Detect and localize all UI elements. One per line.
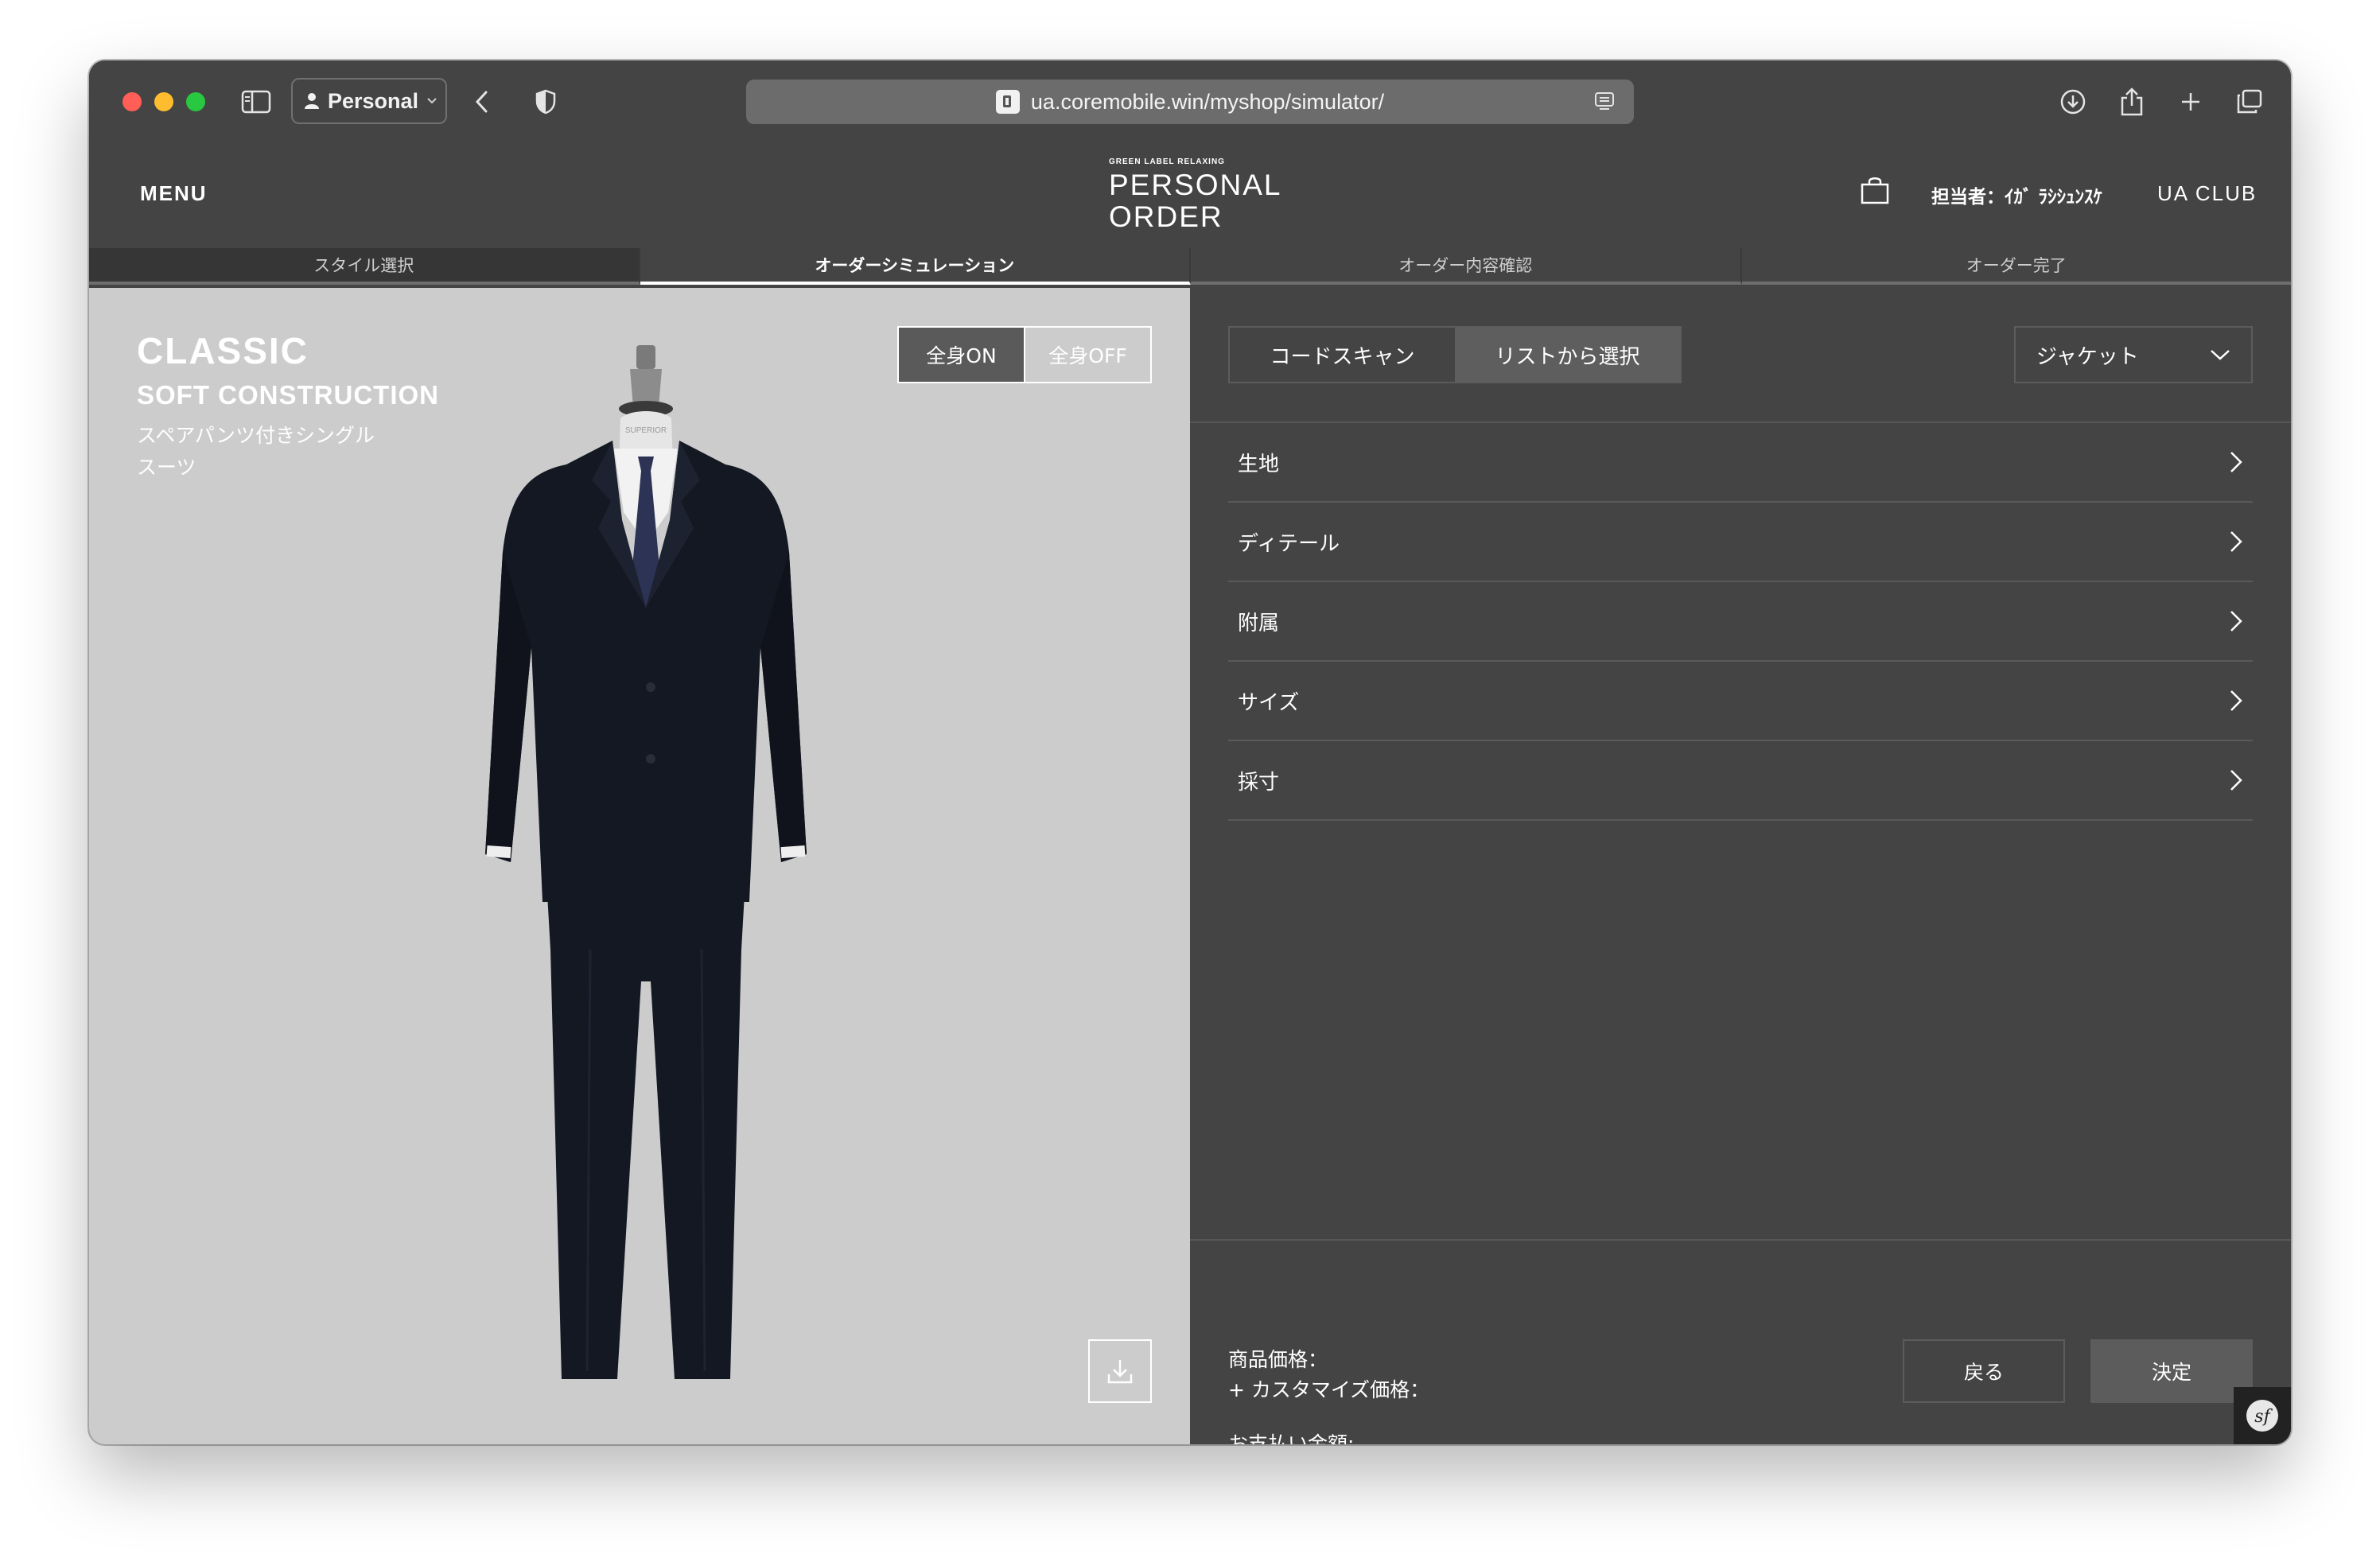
total-price-label: お支払い金額:: [1228, 1432, 1355, 1444]
profile-label: Personal: [328, 88, 419, 113]
option-size[interactable]: サイズ: [1228, 662, 2253, 741]
back-arrow-icon[interactable]: [466, 84, 498, 119]
order-steps: スタイル選択 オーダーシミュレーション オーダー内容確認 オーダー完了: [89, 248, 2291, 288]
option-label: サイズ: [1238, 690, 1300, 715]
ua-club-link[interactable]: UA CLUB: [2157, 181, 2257, 206]
site-favicon-icon: [995, 90, 1020, 114]
full-body-on-button[interactable]: 全身ON: [899, 328, 1024, 382]
staff-label: 担当者：ｲｶﾞ ﾗｼｼｭﾝｽｹ: [1931, 187, 2103, 208]
sidebar-toggle-icon[interactable]: [239, 84, 274, 119]
step-style-select[interactable]: スタイル選択: [89, 248, 640, 285]
close-window-button[interactable]: [122, 92, 142, 111]
code-scan-tab[interactable]: コードスキャン: [1230, 328, 1455, 382]
new-tab-icon[interactable]: [2175, 84, 2207, 119]
symfony-toolbar-icon[interactable]: sf: [2234, 1387, 2291, 1444]
option-measurement[interactable]: 採寸: [1228, 741, 2253, 821]
step-order-simulation[interactable]: オーダーシミュレーション: [640, 248, 1191, 285]
chevron-right-icon: [2230, 690, 2242, 711]
option-detail[interactable]: ディテール: [1228, 503, 2253, 582]
custom-price-label: + カスタマイズ価格：: [1228, 1378, 1430, 1401]
chevron-down-icon: [2211, 350, 2230, 360]
step-order-complete[interactable]: オーダー完了: [1741, 248, 2291, 285]
svg-text:SUPERIOR: SUPERIOR: [625, 426, 667, 435]
cart-icon[interactable]: [1860, 175, 1890, 208]
garment-part-select[interactable]: ジャケット: [2014, 326, 2253, 383]
chevron-right-icon: [2230, 611, 2242, 631]
option-label: 生地: [1238, 452, 1280, 476]
option-accessories[interactable]: 附属: [1228, 582, 2253, 662]
step-order-confirm[interactable]: オーダー内容確認: [1191, 248, 1742, 285]
options-panel: コードスキャン リストから選択 ジャケット 生地 ディテール 附属 サイズ 採寸…: [1190, 288, 2291, 1444]
style-subtitle: SOFT CONSTRUCTION: [137, 380, 439, 410]
site-header: MENU GREEN LABEL RELAXING PERSONAL ORDER…: [89, 143, 2291, 248]
url-text: ua.coremobile.win/myshop/simulator/: [1030, 89, 1385, 114]
option-label: 附属: [1238, 611, 1280, 635]
suit-preview-image: SUPERIOR: [471, 345, 821, 1382]
back-button[interactable]: 戻る: [1903, 1339, 2065, 1403]
chevron-right-icon: [2230, 452, 2242, 472]
logo-tagline: GREEN LABEL RELAXING: [1109, 157, 1225, 166]
product-price-label: 商品価格：: [1228, 1348, 1328, 1371]
person-icon: [305, 93, 319, 109]
tab-overview-icon[interactable]: [2234, 84, 2265, 119]
browser-toolbar: Personal ua.coremobile.win/myshop/simula…: [89, 60, 2291, 143]
menu-button[interactable]: MENU: [140, 181, 208, 206]
reader-mode-icon[interactable]: [1594, 91, 1615, 112]
logo-line-2: ORDER: [1109, 200, 1223, 233]
preview-panel: CLASSIC SOFT CONSTRUCTION スペアパンツ付きシングルスー…: [89, 288, 1190, 1444]
full-body-toggle: 全身ON 全身OFF: [897, 326, 1152, 383]
share-icon[interactable]: [2116, 84, 2148, 119]
style-description: スペアパンツ付きシングルスーツ: [137, 424, 375, 479]
confirm-button[interactable]: 決定: [2090, 1339, 2253, 1403]
option-label: ディテール: [1238, 531, 1340, 556]
option-fabric[interactable]: 生地: [1228, 423, 2253, 503]
logo[interactable]: GREEN LABEL RELAXING PERSONAL ORDER: [1109, 157, 1282, 233]
download-icon: [1107, 1360, 1133, 1384]
browser-window: Personal ua.coremobile.win/myshop/simula…: [89, 60, 2291, 1444]
shield-icon[interactable]: [530, 84, 562, 119]
garment-part-value: ジャケット: [2036, 344, 2139, 369]
option-label: 採寸: [1238, 770, 1280, 795]
downloads-icon[interactable]: [2057, 84, 2089, 119]
zoom-window-button[interactable]: [186, 92, 205, 111]
list-select-tab[interactable]: リストから選択: [1455, 328, 1680, 382]
chevron-right-icon: [2230, 531, 2242, 552]
profile-button[interactable]: Personal: [291, 78, 447, 124]
chevron-down-icon: [427, 98, 437, 104]
address-bar[interactable]: ua.coremobile.win/myshop/simulator/: [746, 80, 1634, 124]
chevron-right-icon: [2230, 770, 2242, 791]
divider: [1190, 1239, 2291, 1241]
minimize-window-button[interactable]: [154, 92, 173, 111]
selection-mode-tabs: コードスキャン リストから選択: [1228, 326, 1682, 383]
option-list: 生地 ディテール 附属 サイズ 採寸: [1228, 423, 2253, 821]
style-title: CLASSIC: [137, 330, 309, 371]
full-body-off-button[interactable]: 全身OFF: [1024, 328, 1150, 382]
download-image-button[interactable]: [1088, 1339, 1152, 1403]
logo-line-1: PERSONAL: [1109, 169, 1282, 201]
